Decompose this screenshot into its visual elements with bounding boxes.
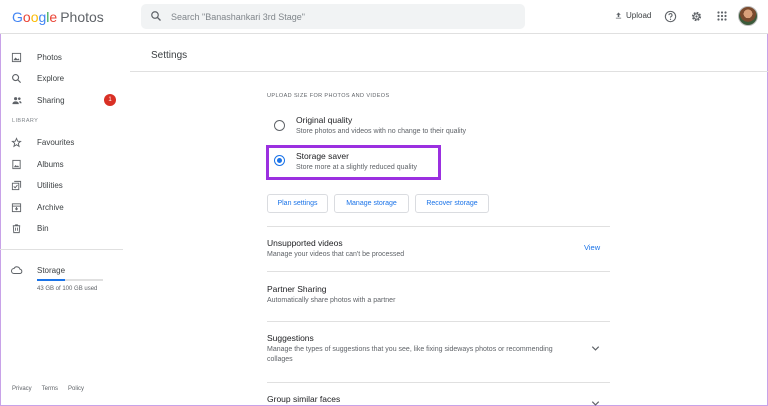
- option-description: Store photos and videos with no change t…: [296, 128, 467, 135]
- sidebar-divider: [0, 249, 123, 250]
- settings-gear-icon[interactable]: [690, 10, 703, 23]
- search-input[interactable]: [171, 7, 511, 26]
- storage-usage-text: 43 GB of 100 GB used: [37, 286, 98, 292]
- footer-links: Privacy Terms Policy: [12, 386, 84, 392]
- plan-settings-button[interactable]: Plan settings: [267, 194, 328, 213]
- terms-link[interactable]: Terms: [42, 386, 58, 392]
- sharing-badge: 1: [104, 94, 116, 106]
- sidebar-item-albums[interactable]: Albums: [0, 154, 125, 174]
- sidebar-item-photos[interactable]: Photos: [0, 47, 125, 67]
- row-description: Manage your videos that can't be process…: [267, 251, 405, 258]
- archive-icon: [11, 202, 22, 212]
- sidebar-item-explore[interactable]: Explore: [0, 68, 125, 88]
- row-title: Partner Sharing: [267, 284, 327, 294]
- row-title: Suggestions: [267, 333, 314, 343]
- star-icon: [11, 136, 22, 147]
- row-description: Automatically share photos with a partne…: [267, 297, 396, 304]
- upload-icon: [615, 12, 622, 19]
- row-suggestions[interactable]: Suggestions Manage the types of suggesti…: [267, 333, 610, 369]
- sidebar-item-bin[interactable]: Bin: [0, 218, 125, 238]
- policy-link[interactable]: Policy: [68, 386, 84, 392]
- cloud-icon: [11, 266, 23, 274]
- search-icon: [12, 73, 22, 83]
- top-bar: GooglePhotos Upload: [0, 0, 768, 34]
- recover-storage-button[interactable]: Recover storage: [415, 194, 489, 213]
- sidebar-item-favourites[interactable]: Favourites: [0, 132, 125, 152]
- chevron-down-icon[interactable]: [590, 398, 601, 406]
- album-icon: [12, 159, 21, 169]
- utilities-icon: [11, 180, 22, 190]
- title-divider: [130, 71, 768, 72]
- trash-icon: [12, 223, 21, 233]
- row-partner-sharing[interactable]: Partner Sharing Automatically share phot…: [267, 284, 610, 308]
- sidebar-item-archive[interactable]: Archive: [0, 197, 125, 217]
- row-divider: [267, 321, 610, 322]
- sidebar: Photos Explore Sharing 1 LIBRARY Favouri…: [0, 35, 130, 406]
- library-heading: LIBRARY: [12, 118, 39, 124]
- manage-storage-button[interactable]: Manage storage: [334, 194, 409, 213]
- row-title: Unsupported videos: [267, 238, 343, 248]
- page-title: Settings: [151, 50, 188, 61]
- chevron-down-icon[interactable]: [590, 343, 601, 354]
- upload-label: Upload: [626, 11, 652, 20]
- sidebar-item-sharing[interactable]: Sharing 1: [0, 90, 125, 110]
- google-photos-logo[interactable]: Google Photos: [12, 9, 104, 25]
- people-icon: [12, 96, 22, 104]
- original-quality-radio[interactable]: [274, 120, 285, 131]
- photo-icon: [11, 52, 22, 62]
- view-unsupported-videos-link[interactable]: View: [584, 243, 600, 252]
- account-avatar[interactable]: [738, 6, 758, 26]
- storage-usage-bar: [37, 279, 103, 281]
- upload-button[interactable]: Upload: [614, 11, 651, 20]
- sidebar-item-utilities[interactable]: Utilities: [0, 175, 125, 195]
- option-title: Original quality: [296, 115, 353, 125]
- row-divider: [267, 382, 610, 383]
- sidebar-item-storage[interactable]: Storage: [0, 260, 125, 280]
- row-divider: [267, 271, 610, 272]
- search-box[interactable]: [141, 4, 525, 29]
- row-divider: [267, 226, 610, 227]
- help-icon[interactable]: [664, 10, 677, 23]
- row-unsupported-videos: Unsupported videos Manage your videos th…: [267, 238, 610, 262]
- highlight-annotation: [266, 145, 441, 180]
- search-icon[interactable]: [150, 10, 162, 22]
- row-description: Manage the types of suggestions that you…: [267, 346, 553, 363]
- row-title: Group similar faces: [267, 394, 341, 404]
- row-group-similar-faces[interactable]: Group similar faces: [267, 393, 610, 406]
- storage-usage-fill: [37, 279, 66, 281]
- apps-grid-icon[interactable]: [716, 10, 728, 22]
- privacy-link[interactable]: Privacy: [12, 386, 32, 392]
- upload-size-heading: UPLOAD SIZE FOR PHOTOS AND VIDEOS: [267, 93, 390, 99]
